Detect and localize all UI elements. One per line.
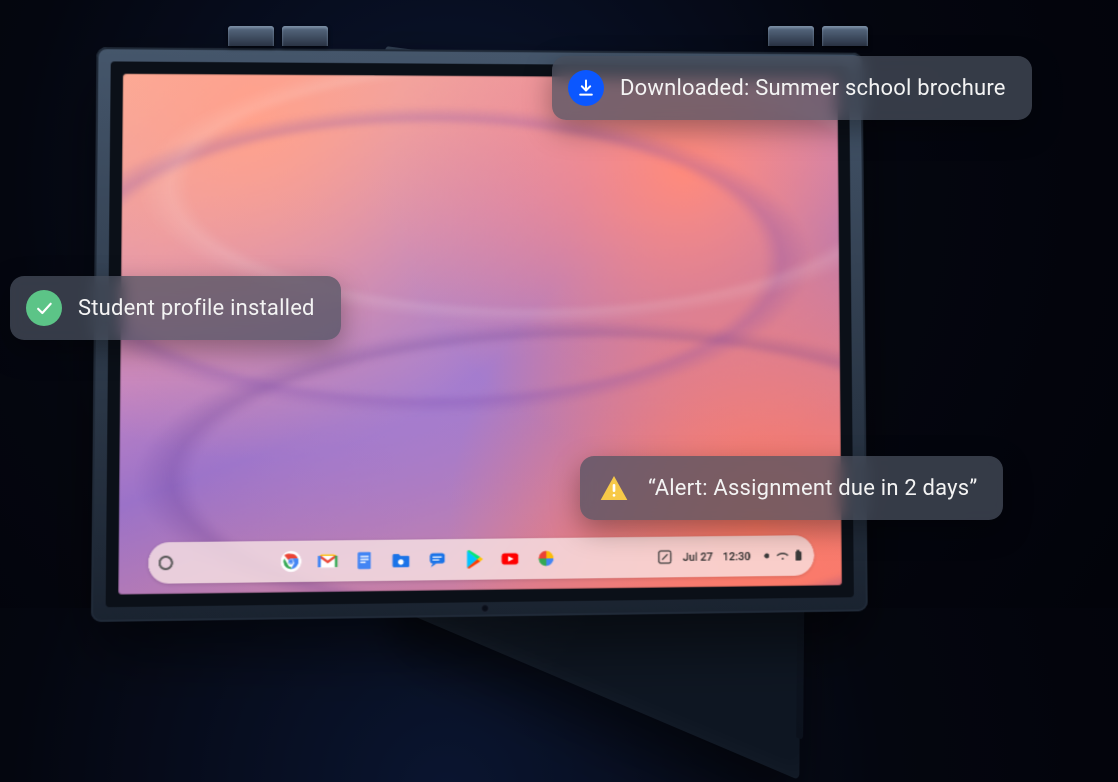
system-tray[interactable]: Jul 27 12:30 xyxy=(657,547,804,565)
files-icon[interactable] xyxy=(388,547,414,574)
toast-installed: Student profile installed xyxy=(10,276,341,340)
battery-icon xyxy=(792,549,804,561)
toast-download-text: Downloaded: Summer school brochure xyxy=(620,76,1006,101)
play-store-icon[interactable] xyxy=(461,546,487,573)
messages-icon[interactable] xyxy=(424,546,450,573)
tray-status-icons xyxy=(760,549,803,562)
docs-icon[interactable] xyxy=(351,547,378,574)
stylus-icon xyxy=(657,549,673,565)
chrome-icon[interactable] xyxy=(278,548,305,575)
chromeos-shelf: Jul 27 12:30 xyxy=(148,535,814,584)
hinge-left xyxy=(220,20,340,52)
launcher-button[interactable] xyxy=(158,556,173,571)
tray-time: 12:30 xyxy=(723,549,751,563)
toast-download: Downloaded: Summer school brochure xyxy=(552,56,1032,120)
download-icon xyxy=(568,70,604,106)
shelf-apps xyxy=(278,545,559,575)
toast-alert-text: “Alert: Assignment due in 2 days” xyxy=(648,476,977,501)
wifi-icon xyxy=(776,550,788,562)
check-icon xyxy=(26,290,62,326)
toast-installed-text: Student profile installed xyxy=(78,296,315,321)
hinge-right xyxy=(760,20,880,52)
gmail-icon[interactable] xyxy=(314,547,341,574)
toast-alert: “Alert: Assignment due in 2 days” xyxy=(580,456,1003,520)
notification-dot-icon xyxy=(760,550,772,562)
camera-dot xyxy=(481,604,489,612)
warning-icon xyxy=(596,470,632,506)
youtube-icon[interactable] xyxy=(497,545,523,572)
photos-icon[interactable] xyxy=(533,545,559,572)
tray-date: Jul 27 xyxy=(683,550,713,564)
